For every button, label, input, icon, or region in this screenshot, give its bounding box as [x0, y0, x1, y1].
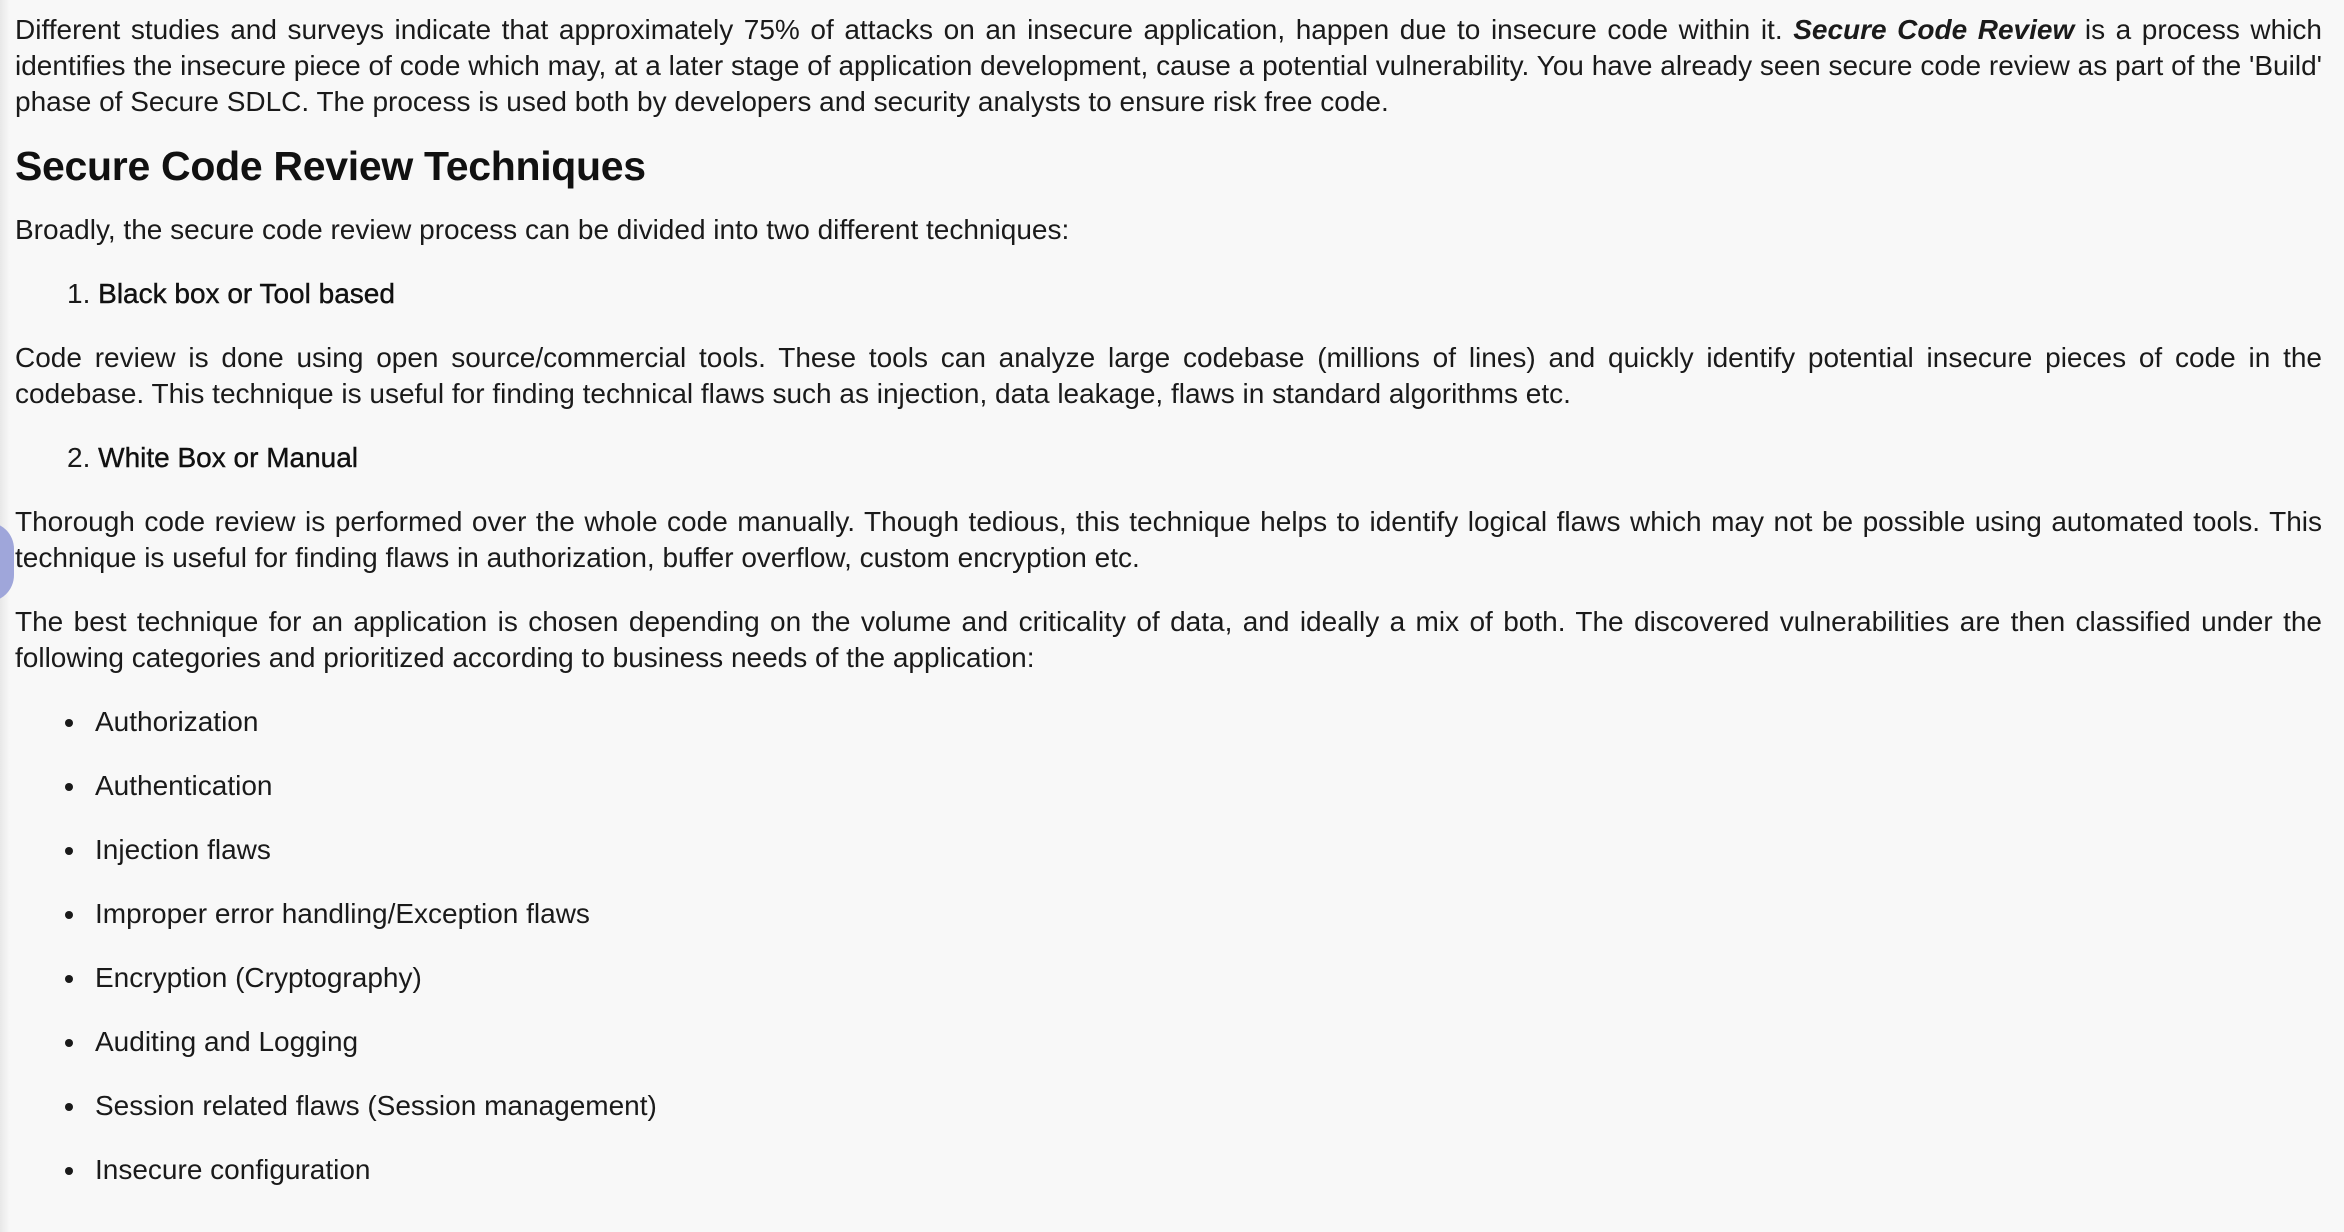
bullet-icon [65, 783, 73, 791]
list-item: Auditing and Logging [15, 1024, 2322, 1060]
list-item: Session related flaws (Session managemen… [15, 1088, 2322, 1124]
category-label: Encryption (Cryptography) [95, 962, 422, 993]
bullet-icon [65, 975, 73, 983]
category-label: Improper error handling/Exception flaws [95, 898, 590, 929]
bullet-icon [65, 1039, 73, 1047]
side-panel-handle[interactable] [0, 522, 14, 602]
bullet-icon [65, 1167, 73, 1175]
category-label: Authorization [95, 706, 259, 737]
best-technique-paragraph: The best technique for an application is… [15, 606, 2322, 673]
lead-paragraph: Broadly, the secure code review process … [15, 214, 1070, 245]
bullet-icon [65, 847, 73, 855]
list-item: Encryption (Cryptography) [15, 960, 2322, 996]
category-label: Insecure configuration [95, 1154, 371, 1185]
technique-name: Black box or Tool based [98, 278, 395, 309]
technique-number: 1. [67, 278, 91, 309]
bullet-icon [65, 1103, 73, 1111]
list-item: Injection flaws [15, 832, 2322, 868]
article-content: Different studies and surveys indicate t… [15, 0, 2322, 1188]
intro-paragraph: Different studies and surveys indicate t… [15, 12, 2322, 120]
category-label: Injection flaws [95, 834, 271, 865]
intro-emphasis: Secure Code Review [1793, 14, 2075, 45]
list-item: Improper error handling/Exception flaws [15, 896, 2322, 932]
list-item: Insecure configuration [15, 1152, 2322, 1188]
intro-text-before: Different studies and surveys indicate t… [15, 14, 1794, 45]
page-edge-shadow [0, 0, 10, 1232]
bullet-icon [65, 719, 73, 727]
technique-name: White Box or Manual [98, 442, 359, 473]
technique-description: Code review is done using open source/co… [15, 342, 2322, 409]
technique-item-1: 1. Black box or Tool based [67, 276, 2322, 312]
technique-description: Thorough code review is performed over t… [15, 506, 2322, 573]
technique-number: 2. [67, 442, 91, 473]
category-label: Authentication [95, 770, 273, 801]
bullet-icon [65, 911, 73, 919]
technique-item-2: 2. White Box or Manual [67, 440, 2322, 476]
list-item: Authentication [15, 768, 2322, 804]
category-list: Authorization Authentication Injection f… [15, 704, 2322, 1188]
list-item: Authorization [15, 704, 2322, 740]
category-label: Auditing and Logging [95, 1026, 359, 1057]
section-heading: Secure Code Review Techniques [15, 143, 646, 189]
category-label: Session related flaws (Session managemen… [95, 1090, 657, 1121]
